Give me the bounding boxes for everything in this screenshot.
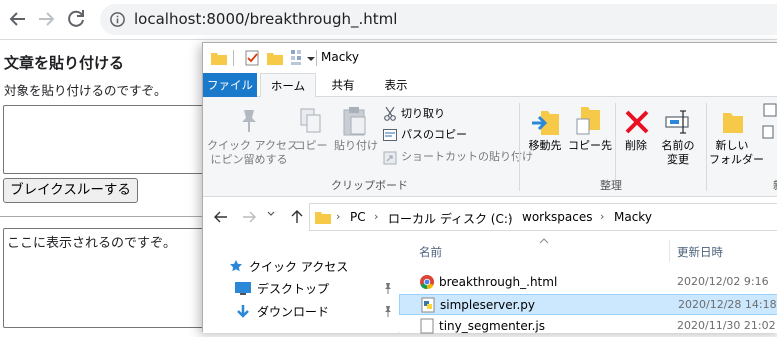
breadcrumb-macky[interactable]: Macky (614, 210, 652, 224)
cut-label[interactable]: 切り取り (401, 107, 445, 121)
page-description: 対象を貼り付けるのですぞ。 (4, 83, 167, 98)
folder-icon (211, 53, 227, 65)
rename-icon[interactable] (663, 107, 693, 137)
paste-shortcut-icon[interactable] (383, 151, 397, 165)
new-item-icon[interactable] (763, 103, 777, 117)
file-row[interactable]: breakthrough_.html 2020/12/02 9:16 (399, 272, 777, 293)
site-info-icon[interactable] (109, 11, 126, 28)
copy-icon[interactable] (299, 107, 323, 135)
clipboard-group-label: クリップボード (331, 179, 408, 192)
python-file-icon (421, 297, 435, 313)
file-row[interactable]: tiny_segmenter.js 2020/11/30 21:02 (399, 316, 777, 337)
breadcrumb-chevron-icon[interactable]: › (374, 210, 378, 223)
file-name: simpleserver.py (440, 298, 536, 312)
breakthrough-button[interactable]: ブレイクスルーする (3, 178, 138, 203)
pin-icon[interactable] (383, 282, 393, 294)
navigation-pane: クイック アクセス デスクトップ ダウンロード (203, 238, 398, 333)
paste-icon[interactable] (341, 105, 369, 137)
easy-access-icon[interactable] (761, 125, 775, 139)
new-folder-icon[interactable] (721, 109, 745, 135)
back-arrow-icon[interactable] (6, 7, 30, 31)
file-name: breakthrough_.html (439, 275, 558, 289)
window-title: Macky (321, 50, 359, 64)
breadcrumb-chevron-icon[interactable]: › (600, 210, 604, 223)
explorer-address-box[interactable]: › PC › ローカル ディスク (C:) › workspaces › Mac… (309, 203, 777, 231)
new-folder-label-1[interactable]: 新しい (709, 139, 755, 153)
js-file-icon (420, 318, 434, 334)
forward-arrow-icon[interactable] (241, 209, 257, 225)
sort-ascending-icon (539, 238, 549, 244)
paste-shortcut-label[interactable]: ショートカットの貼り付け (401, 150, 533, 164)
title-bar: Macky (203, 43, 777, 73)
breadcrumb-pc[interactable]: PC (350, 210, 366, 224)
ribbon-tabs: ファイル ホーム 共有 表示 (203, 73, 777, 98)
breadcrumb-workspaces[interactable]: workspaces (522, 210, 593, 224)
breadcrumb-chevron-icon[interactable]: › (336, 210, 340, 223)
organize-group-label: 整理 (600, 179, 622, 192)
file-explorer-window: Macky ファイル ホーム 共有 表示 クイック アクセス にピン留めする コ… (202, 42, 777, 334)
column-header-date[interactable]: 更新日時 (677, 244, 723, 260)
folder-icon (315, 212, 331, 224)
copy-path-label[interactable]: パスのコピー (401, 128, 467, 142)
column-header-name[interactable]: 名前 (419, 244, 442, 260)
chrome-html-icon (420, 275, 434, 290)
move-to-icon[interactable] (531, 107, 561, 137)
pin-quick-access-label-1[interactable]: クイック アクセス (207, 139, 298, 153)
copy-label[interactable]: コピー (291, 139, 331, 153)
delete-icon[interactable] (624, 109, 650, 135)
tab-view[interactable]: 表示 (373, 73, 419, 97)
properties-icon[interactable] (245, 50, 260, 66)
explorer-address-row: › PC › ローカル ディスク (C:) › workspaces › Mac… (203, 199, 777, 235)
back-arrow-icon[interactable] (213, 209, 229, 225)
forward-arrow-icon[interactable] (34, 7, 58, 31)
dropdown-arrow-icon[interactable] (307, 56, 315, 62)
tab-file[interactable]: ファイル (203, 73, 257, 97)
address-bar[interactable]: localhost:8000/breakthrough_.html (100, 4, 777, 35)
divider (0, 216, 210, 217)
up-arrow-icon[interactable] (289, 209, 305, 225)
paste-label[interactable]: 貼り付け (333, 139, 379, 153)
copy-to-label[interactable]: コピー先 (565, 139, 615, 153)
pin-icon[interactable] (383, 305, 393, 317)
copy-path-icon[interactable] (383, 129, 397, 141)
url-text: localhost:8000/breakthrough_.html (134, 10, 398, 28)
recent-locations-chevron-icon[interactable] (267, 211, 275, 217)
nav-item-quick-access[interactable]: クイック アクセス (249, 258, 348, 275)
rename-label-1[interactable]: 名前の (655, 139, 701, 153)
tab-home[interactable]: ホーム (260, 73, 316, 98)
browser-toolbar: localhost:8000/breakthrough_.html (0, 0, 777, 40)
new-group-label: 新 (773, 177, 777, 193)
breadcrumb-local-disk[interactable]: ローカル ディスク (C:) (388, 210, 513, 227)
copy-to-icon[interactable] (575, 105, 605, 137)
star-icon (230, 260, 242, 272)
file-date: 2020/12/28 14:18 (678, 298, 777, 311)
cut-icon[interactable] (383, 107, 397, 121)
file-date: 2020/12/02 9:16 (677, 275, 769, 288)
customize-toolbar-icon[interactable] (290, 49, 304, 66)
rename-label-2[interactable]: 変更 (655, 153, 701, 167)
desktop-icon (235, 282, 251, 295)
tab-share[interactable]: 共有 (320, 73, 366, 97)
move-to-label[interactable]: 移動先 (521, 139, 569, 153)
download-icon (237, 305, 249, 318)
pin-icon[interactable] (237, 107, 261, 133)
file-name: tiny_segmenter.js (439, 319, 545, 333)
ribbon: クイック アクセス にピン留めする コピー 貼り付け 切り取り パスのコピー シ… (203, 97, 777, 197)
new-folder-quick-icon[interactable] (267, 51, 283, 65)
file-row[interactable]: simpleserver.py 2020/12/28 14:18 (399, 294, 777, 315)
new-folder-label-2[interactable]: フォルダー (709, 153, 764, 167)
nav-item-downloads[interactable]: ダウンロード (257, 303, 329, 320)
pin-quick-access-label-2[interactable]: にピン留めする (207, 153, 291, 167)
reload-icon[interactable] (64, 7, 88, 31)
breadcrumb-chevron-icon[interactable]: › (508, 210, 512, 223)
nav-item-desktop[interactable]: デスクトップ (257, 280, 329, 297)
file-list: 名前 更新日時 breakthrough_.html 2020/12/02 9:… (399, 238, 777, 334)
delete-label[interactable]: 削除 (617, 139, 655, 153)
page-heading: 文章を貼り付ける (4, 54, 125, 72)
